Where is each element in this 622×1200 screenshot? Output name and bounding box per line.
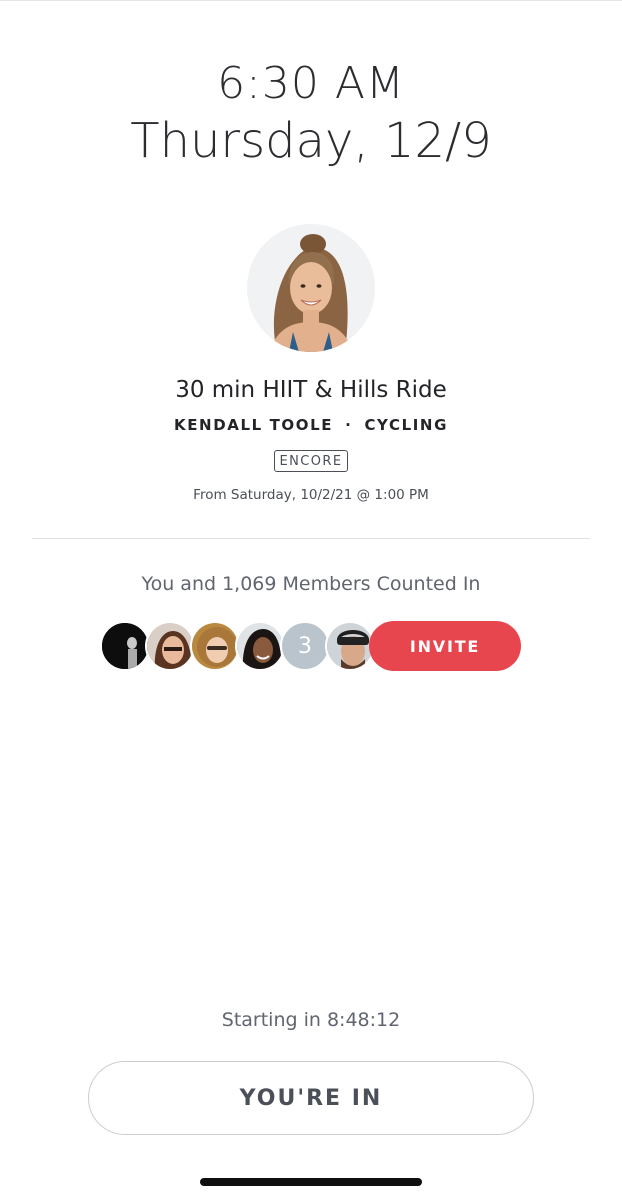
- member-avatar[interactable]: [325, 621, 375, 671]
- discipline-label: CYCLING: [364, 416, 449, 434]
- member-avatar[interactable]: [145, 621, 195, 671]
- instructor-name[interactable]: KENDALL TOOLE: [174, 416, 333, 434]
- encore-badge: ENCORE: [273, 450, 349, 472]
- youre-in-button[interactable]: YOU'RE IN: [88, 1061, 534, 1135]
- more-members-count[interactable]: 3: [280, 621, 330, 671]
- class-time: 6:30 AM: [217, 58, 405, 109]
- instructor-avatar[interactable]: [247, 224, 375, 352]
- class-date: Thursday, 12/9: [130, 113, 492, 169]
- original-air-date: From Saturday, 10/2/21 @ 1:00 PM: [193, 487, 429, 503]
- meta-separator: ·: [345, 416, 353, 434]
- member-avatar[interactable]: [235, 621, 285, 671]
- invite-button[interactable]: INVITE: [369, 621, 521, 671]
- class-meta: KENDALL TOOLE · CYCLING: [0, 416, 622, 434]
- countdown-text: Starting in 8:48:12: [221, 1009, 401, 1031]
- member-avatars[interactable]: 3: [100, 621, 400, 671]
- home-indicator[interactable]: [200, 1178, 422, 1186]
- top-border: [0, 0, 622, 1]
- member-avatar[interactable]: [100, 621, 150, 671]
- divider: [32, 538, 590, 539]
- member-avatar[interactable]: [190, 621, 240, 671]
- instructor-photo: [247, 224, 375, 352]
- class-title: 30 min HIIT & Hills Ride: [175, 377, 447, 403]
- members-counted-text: You and 1,069 Members Counted In: [141, 573, 481, 595]
